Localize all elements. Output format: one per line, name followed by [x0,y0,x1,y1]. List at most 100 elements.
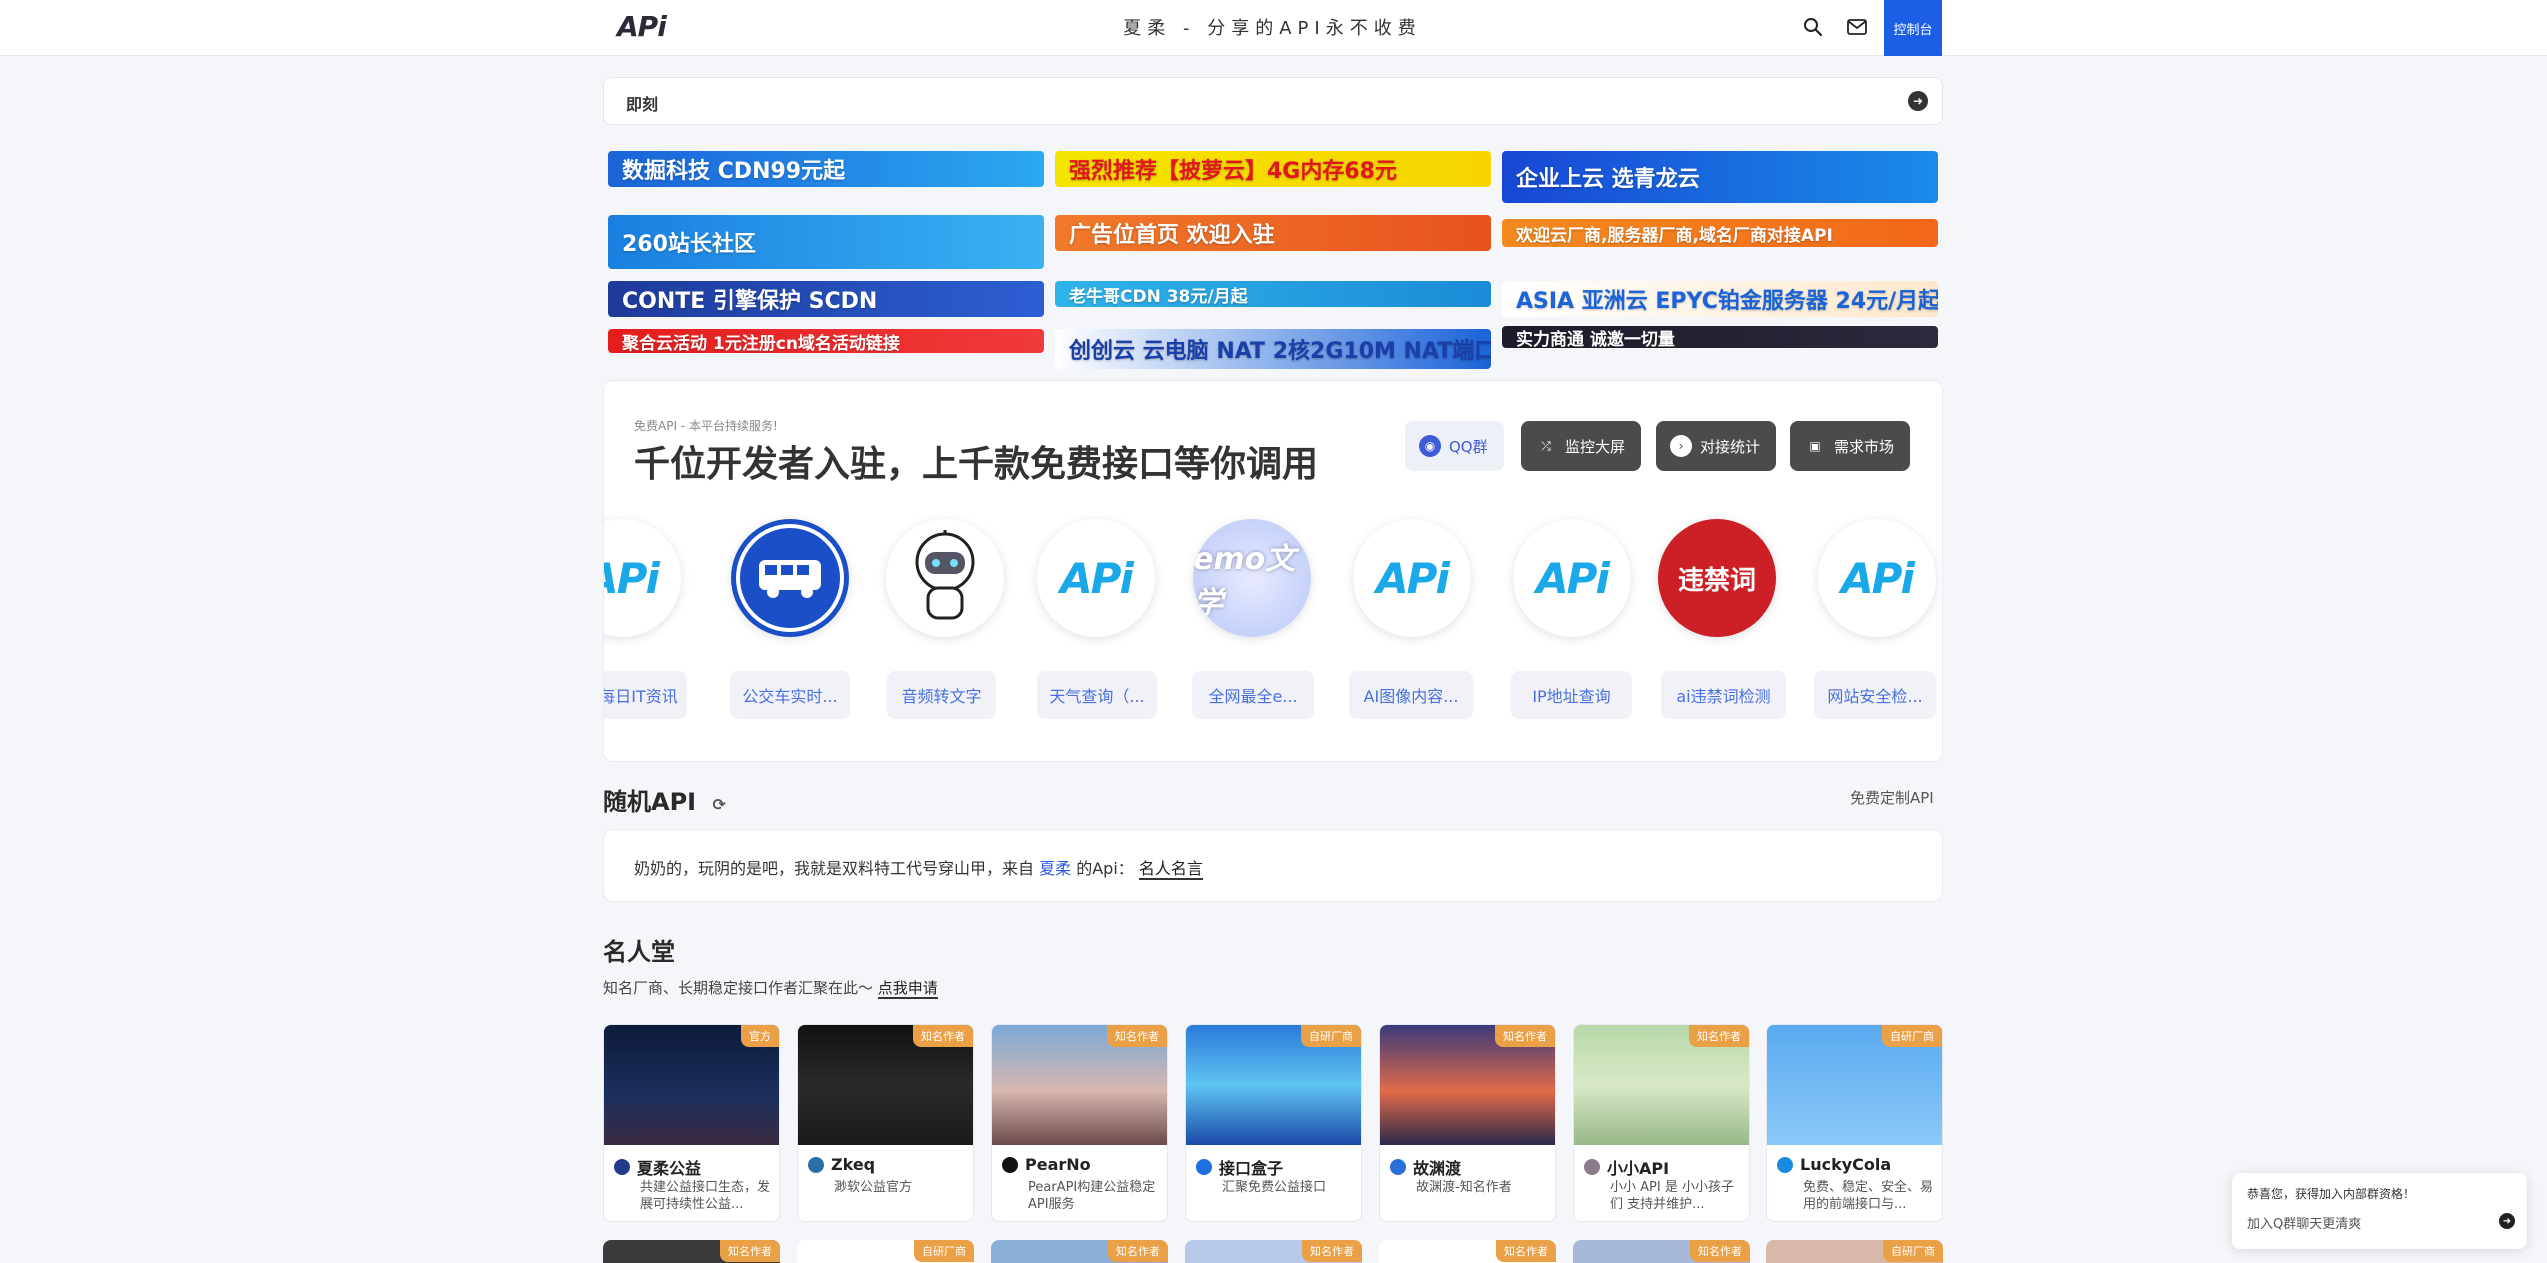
emo-text-icon[interactable]: emo文学 [1193,519,1311,637]
console-button[interactable]: 控制台 [1884,0,1942,56]
fame-card[interactable]: 知名作者 [1379,1240,1556,1263]
demand-market-button[interactable]: ▣ 需求市场 [1790,421,1911,471]
ad-banner-text: 老牛哥CDN 38元/月起 [1069,286,1248,307]
fame-card-desc: 小小 API 是 小小孩子们 支持并维护... [1610,1180,1734,1212]
fame-card[interactable]: 知名作者 [1185,1240,1362,1263]
fame-card[interactable]: 知名作者 PearNo PearAPI构建公益稳定API服务 [991,1024,1168,1222]
api-pill[interactable]: 公交车实时... [730,671,850,719]
demand-market-label: 需求市场 [1834,437,1895,456]
api-logo-icon[interactable]: APi [1818,519,1936,637]
fame-card-desc: PearAPI构建公益稳定API服务 [1028,1180,1156,1212]
chat-input[interactable]: 加入Q群聊天更清爽 [2247,1213,2361,1232]
ad-banner[interactable]: 企业上云 选青龙云 [1502,151,1938,203]
api-pill[interactable]: 每日IT资讯 [604,671,687,719]
monitor-screen-label: 监控大屏 [1565,437,1626,456]
ad-banner[interactable]: 欢迎云厂商,服务器厂商,域名厂商对接API [1502,219,1938,247]
author-link[interactable]: 夏柔 [1039,859,1071,878]
avatar [1390,1159,1406,1175]
fame-card[interactable]: 知名作者小小API 小小 API 是 小小孩子们 支持并维护... [1573,1024,1750,1222]
hero-card: 免费API - 本平台持续服务! 千位开发者入驻，上千款免费接口等你调用 ◉ Q… [603,380,1943,762]
avatar [1196,1159,1212,1175]
site-logo[interactable]: APi [617,10,667,43]
stats-button[interactable]: › 对接统计 [1656,421,1777,471]
api-logo-icon[interactable]: APi [1353,519,1471,637]
fame-card[interactable]: 自研厂商 LuckyCola 免费、稳定、安全、易用的前端接口与... [1766,1024,1943,1222]
mail-icon[interactable] [1842,12,1872,42]
fame-card[interactable]: 知名作者 故渊渡 故渊渡-知名作者 [1379,1024,1556,1222]
ad-banner-text: 聚合云活动 1元注册cn域名活动链接 [622,333,900,354]
api-logo-icon[interactable]: APi [1037,519,1155,637]
ad-banner[interactable]: 广告位首页 欢迎入驻 [1055,215,1491,251]
fame-card-desc: 共建公益接口生态，发展可持续性公益... [640,1180,771,1212]
robot-icon[interactable] [886,519,1004,637]
avatar [808,1156,824,1173]
fame-card[interactable]: 知名作者 [603,1240,780,1263]
fame-card-tag: 自研厂商 [914,1240,974,1262]
custom-api-link[interactable]: 免费定制API [1850,787,1934,808]
fame-card-tag: 知名作者 [1107,1025,1167,1047]
fame-card[interactable]: 知名作者 [1573,1240,1750,1263]
notice-bar[interactable]: 即刻 ➜ [603,77,1943,125]
stats-label: 对接统计 [1700,437,1761,456]
avatar [614,1159,630,1175]
search-icon[interactable] [1798,12,1828,42]
ad-banner[interactable]: 强烈推荐【披萝云】4G内存68元 [1055,151,1491,187]
refresh-icon[interactable]: ⟳ [712,795,725,814]
api-pill[interactable]: 全网最全e... [1192,671,1314,719]
fame-card-name: Zkeq [808,1155,875,1174]
api-pill[interactable]: 网站安全检... [1814,671,1936,719]
forbidden-word-icon[interactable]: 违禁词 [1658,519,1776,637]
fame-card[interactable]: 自研厂商 接口盒子 汇聚免费公益接口 [1185,1024,1362,1222]
ad-banner-text: 实力商通 诚邀一切量 [1516,329,1675,349]
api-logo-icon[interactable]: APi [604,519,681,637]
fame-card-image: 知名作者 [992,1025,1167,1145]
qq-group-button[interactable]: ◉ QQ群 [1405,421,1504,471]
bus-icon[interactable] [731,519,849,637]
apply-link[interactable]: 点我申请 [877,979,938,999]
fame-card-tag: 知名作者 [720,1240,780,1262]
fame-card-tag: 知名作者 [1108,1240,1168,1262]
ad-banner-text: 260站长社区 [622,232,756,257]
api-pill[interactable]: 音频转文字 [887,671,996,719]
fame-card-tag: 知名作者 [1496,1240,1556,1262]
hero-subtitle: 免费API - 本平台持续服务! [634,419,778,433]
fame-card-image: 自研厂商 [1767,1025,1942,1145]
shuffle-icon: ⤮ [1541,438,1551,453]
fame-card-image: 官方 [604,1025,779,1145]
api-pill[interactable]: AI图像内容... [1349,671,1473,719]
api-logo-icon[interactable]: APi [1513,519,1631,637]
notice-text: 即刻 [626,95,659,114]
fame-card[interactable]: 自研厂商 [1766,1240,1943,1263]
fame-card-tag: 知名作者 [1495,1025,1555,1047]
arrow-right-icon[interactable]: ➜ [1908,91,1928,111]
fame-card-image: 知名作者 [798,1025,973,1145]
chat-widget[interactable]: 恭喜您，获得加入内部群资格！ 加入Q群聊天更清爽 ➜ [2232,1173,2527,1249]
api-pill[interactable]: 天气查询（... [1037,671,1157,719]
fame-card-name: 接口盒子 [1196,1155,1283,1179]
fame-card[interactable]: 知名作者 Zkeq 渺软公益官方 [797,1024,974,1222]
send-icon[interactable]: ➜ [2499,1213,2515,1229]
fame-card[interactable]: 知名作者 [991,1240,1168,1263]
ad-banner[interactable]: 实力商通 诚邀一切量 [1502,326,1938,348]
fame-card-name: 小小API [1584,1155,1669,1179]
ad-banner[interactable]: 创创云 云电脑 NAT 2核2G10M NAT端口2个 0.1元/月 [1055,329,1491,369]
ad-banner[interactable]: 260站长社区 [608,215,1044,269]
qq-icon: ◉ [1419,435,1441,457]
ad-banner[interactable]: CONTE 引擎保护 SCDN [608,281,1044,317]
api-name-link[interactable]: 名人名言 [1138,859,1203,880]
ad-banner[interactable]: 老牛哥CDN 38元/月起 [1055,281,1491,307]
fame-card[interactable]: 自研厂商 [797,1240,974,1263]
monitor-screen-button[interactable]: ⤮ 监控大屏 [1521,421,1642,471]
fame-card-tag: 官方 [741,1025,779,1047]
ad-banner[interactable]: ASIA 亚洲云 EPYC铂金服务器 24元/月起 [1502,281,1938,317]
fame-card-tag: 知名作者 [1689,1025,1749,1047]
api-pill[interactable]: ai违禁词检测 [1661,671,1786,719]
ad-banner-text: ASIA 亚洲云 EPYC铂金服务器 24元/月起 [1516,289,1938,314]
fame-card-tag: 知名作者 [913,1025,973,1047]
fame-card[interactable]: 官方 夏柔公益 共建公益接口生态，发展可持续性公益... [603,1024,780,1222]
ad-banner[interactable]: 聚合云活动 1元注册cn域名活动链接 [608,329,1044,353]
api-pill[interactable]: IP地址查询 [1511,671,1632,719]
chat-title: 恭喜您，获得加入内部群资格！ [2247,1187,2416,1201]
fame-card-image: 知名作者 [1380,1025,1555,1145]
ad-banner[interactable]: 数掘科技 CDN99元起 [608,151,1044,187]
